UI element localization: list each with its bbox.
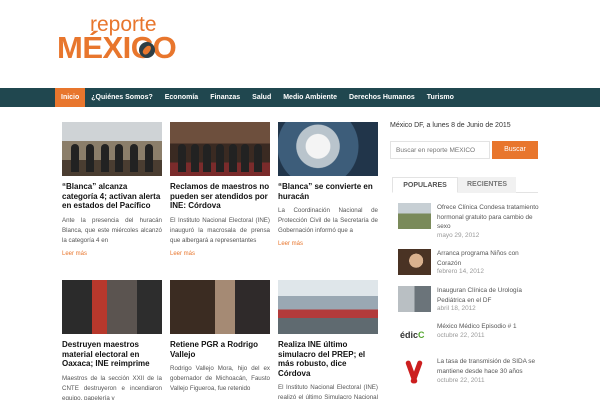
- nav-item-turismo[interactable]: Turismo: [421, 88, 460, 107]
- list-item[interactable]: Arranca programa Niños con Corazón febre…: [398, 249, 540, 285]
- article-card: Retiene PGR a Rodrigo Vallejo Rodrigo Va…: [170, 280, 270, 394]
- article-title[interactable]: Destruyen maestros material electoral en…: [62, 340, 162, 369]
- main-navbar: Inicio ¿Quiénes Somos? Economía Finanzas…: [0, 88, 600, 107]
- article-title[interactable]: Realiza INE último simulacro del PREP; e…: [278, 340, 378, 378]
- logo-text-main: MÉXICO: [57, 30, 177, 65]
- main-nav: Inicio ¿Quiénes Somos? Economía Finanzas…: [55, 88, 460, 107]
- article-image[interactable]: [62, 122, 162, 176]
- list-item[interactable]: Ofrece Clínica Condesa tratamiento hormo…: [398, 203, 540, 239]
- article-excerpt: El Instituto Nacional Electoral (INE) re…: [278, 384, 378, 400]
- search-button[interactable]: Buscar: [492, 141, 538, 159]
- search-input[interactable]: [390, 141, 490, 159]
- nav-item-medio-ambiente[interactable]: Medio Ambiente: [277, 88, 343, 107]
- article-card: Destruyen maestros material electoral en…: [62, 280, 162, 400]
- list-item[interactable]: Inauguran Clínica de Urología Pediátrica…: [398, 286, 540, 322]
- article-title[interactable]: Retiene PGR a Rodrigo Vallejo: [170, 340, 270, 359]
- clinic-photo: [398, 203, 431, 229]
- popular-date: abril 18, 2012: [437, 305, 476, 312]
- article-title[interactable]: Reclamos de maestros no pueden ser atend…: [170, 182, 270, 211]
- article-image[interactable]: [170, 122, 270, 176]
- popular-title[interactable]: Inauguran Clínica de Urología Pediátrica…: [437, 286, 540, 305]
- read-more-link[interactable]: Leer más: [170, 251, 270, 257]
- popular-date: mayo 29, 2012: [437, 232, 480, 239]
- article-image[interactable]: [278, 122, 378, 176]
- red-ribbon-icon: [398, 357, 431, 383]
- article-card: Reclamos de maestros no pueden ser atend…: [170, 122, 270, 257]
- article-excerpt: El Instituto Nacional Electoral (INE) in…: [170, 216, 270, 244]
- list-item[interactable]: La tasa de transmisión de SIDA se mantie…: [398, 357, 540, 393]
- tab-recientes[interactable]: RECIENTES: [458, 177, 516, 193]
- popular-date: febrero 14, 2012: [437, 268, 484, 275]
- popular-title[interactable]: Arranca programa Niños con Corazón: [437, 249, 540, 268]
- article-image[interactable]: [170, 280, 270, 334]
- article-card: “Blanca” se convierte en huracán La Coor…: [278, 122, 378, 247]
- site-logo[interactable]: reporte MÉXICO: [57, 12, 177, 65]
- popular-date: octubre 22, 2011: [437, 332, 485, 339]
- article-excerpt: Rodrigo Vallejo Mora, hijo del ex gobern…: [170, 365, 270, 392]
- edic-logo: édicC: [398, 322, 431, 348]
- logo-pin-icon: [139, 42, 155, 58]
- current-date: México DF, a lunes 8 de Junio de 2015: [390, 122, 511, 129]
- article-excerpt: La Coordinación Nacional de Protección C…: [278, 207, 378, 234]
- sidebar-tabs: POPULARES RECIENTES: [392, 177, 538, 193]
- popular-title[interactable]: La tasa de transmisión de SIDA se mantie…: [437, 357, 540, 376]
- article-image[interactable]: [62, 280, 162, 334]
- tab-populares[interactable]: POPULARES: [392, 177, 458, 193]
- popular-title[interactable]: México Médico Episodio # 1: [437, 322, 540, 332]
- article-title[interactable]: “Blanca” alcanza categoría 4; activan al…: [62, 182, 162, 211]
- article-image[interactable]: [278, 280, 378, 334]
- nav-item-finanzas[interactable]: Finanzas: [204, 88, 246, 107]
- read-more-link[interactable]: Leer más: [62, 251, 162, 257]
- article-excerpt: Maestros de la sección XXII de la CNTE d…: [62, 374, 162, 400]
- nav-item-inicio[interactable]: Inicio: [55, 88, 86, 107]
- article-card: Realiza INE último simulacro del PREP; e…: [278, 280, 378, 400]
- popular-date: octubre 22, 2011: [437, 377, 485, 384]
- article-card: “Blanca” alcanza categoría 4; activan al…: [62, 122, 162, 257]
- article-excerpt: Ante la presencia del huracán Blanca, qu…: [62, 216, 162, 244]
- nav-item-quienes-somos[interactable]: ¿Quiénes Somos?: [85, 88, 158, 107]
- nav-item-economia[interactable]: Economía: [159, 88, 204, 107]
- people-figures: [176, 144, 264, 172]
- list-item[interactable]: édicC México Médico Episodio # 1 octubre…: [398, 322, 540, 358]
- people-figures: [68, 144, 156, 172]
- child-photo: [398, 249, 431, 275]
- hospital-photo: [398, 286, 431, 312]
- read-more-link[interactable]: Leer más: [278, 241, 378, 247]
- popular-title[interactable]: Ofrece Clínica Condesa tratamiento hormo…: [437, 203, 540, 232]
- article-title[interactable]: “Blanca” se convierte en huracán: [278, 182, 378, 201]
- nav-item-salud[interactable]: Salud: [246, 88, 277, 107]
- nav-item-derechos-humanos[interactable]: Derechos Humanos: [343, 88, 421, 107]
